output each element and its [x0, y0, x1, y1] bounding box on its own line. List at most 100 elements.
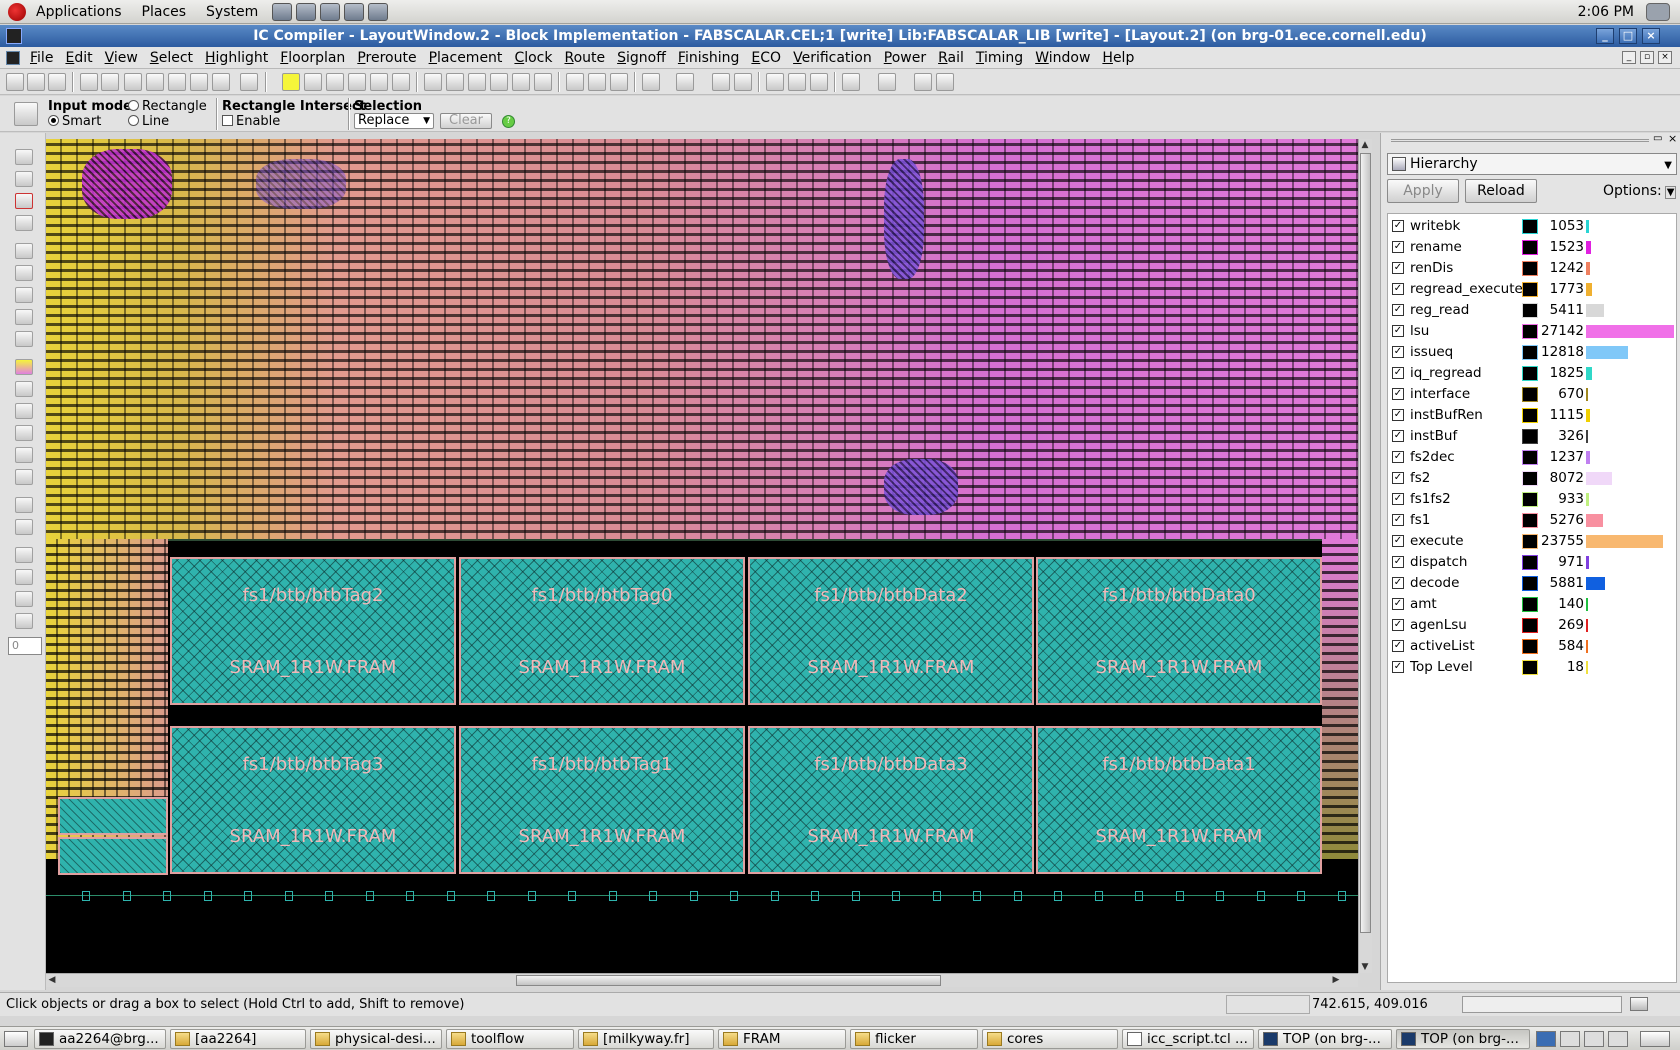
clear-ruler-icon[interactable]: [240, 73, 258, 91]
zoom-all-icon[interactable]: [610, 73, 628, 91]
smart-radio[interactable]: Smart: [48, 114, 101, 129]
layer-color-icon[interactable]: [15, 359, 33, 375]
gnome-foot-icon[interactable]: [8, 2, 26, 21]
hierarchy-row[interactable]: ✓ rename 1523: [1388, 237, 1676, 258]
module-color-swatch[interactable]: [1522, 618, 1538, 633]
resize-icon[interactable]: [15, 309, 33, 325]
sram-macro[interactable]: fs1/btb/btbData3 SRAM_1R1W.FRAM: [748, 726, 1034, 874]
menu-eco[interactable]: ECO: [745, 50, 787, 66]
visibility-checkbox[interactable]: ✓: [1392, 640, 1404, 652]
io-pin[interactable]: [851, 891, 860, 901]
workspace-1[interactable]: [1536, 1031, 1556, 1047]
visibility-checkbox[interactable]: ✓: [1392, 598, 1404, 610]
workspace-3[interactable]: [1584, 1031, 1604, 1047]
zoom-sel-icon[interactable]: [512, 73, 530, 91]
zoom-half-icon[interactable]: [468, 73, 486, 91]
visibility-checkbox[interactable]: ✓: [1392, 619, 1404, 631]
menu-placement[interactable]: Placement: [423, 50, 509, 66]
visibility-checkbox[interactable]: ✓: [1392, 472, 1404, 484]
hierarchy-row[interactable]: ✓ Top Level 18: [1388, 657, 1676, 678]
schematic-icon[interactable]: [712, 73, 730, 91]
taskbar-item-active[interactable]: TOP (on brg-...: [1396, 1029, 1530, 1049]
vertical-scroll-thumb[interactable]: [1360, 153, 1371, 933]
io-pin[interactable]: [406, 891, 414, 901]
taskbar-item[interactable]: toolflow: [446, 1029, 574, 1049]
view-mode-select[interactable]: Hierarchy ▼: [1387, 153, 1677, 175]
stack-icon[interactable]: [15, 149, 33, 165]
menu-edit[interactable]: Edit: [59, 50, 98, 66]
bring-top-icon[interactable]: [810, 73, 828, 91]
workspace-2[interactable]: [1560, 1031, 1580, 1047]
io-pin[interactable]: [446, 891, 455, 901]
hierarchy-row[interactable]: ✓ fs1 5276: [1388, 510, 1676, 531]
menu-clock[interactable]: Clock: [508, 50, 558, 66]
small-sram-macro[interactable]: [58, 797, 168, 835]
module-color-swatch[interactable]: [1522, 282, 1538, 297]
scroll-up-icon[interactable]: ▲: [1359, 139, 1371, 151]
hierarchy-row[interactable]: ✓ interface 670: [1388, 384, 1676, 405]
module-color-swatch[interactable]: [1522, 261, 1538, 276]
layout-canvas[interactable]: fs1/btb/btbTag2 SRAM_1R1W.FRAM fs1/btb/b…: [46, 139, 1358, 973]
view-layers-icon[interactable]: [642, 73, 660, 91]
zoom-box-icon[interactable]: [490, 73, 508, 91]
panel-float-icon[interactable]: ▭: [1653, 133, 1662, 144]
highlight-color-icon[interactable]: [282, 73, 300, 91]
save-icon[interactable]: [48, 73, 66, 91]
io-pin[interactable]: [1094, 891, 1103, 901]
module-color-swatch[interactable]: [1522, 471, 1538, 486]
places-menu[interactable]: Places: [132, 0, 197, 24]
sram-macro[interactable]: fs1/btb/btbTag2 SRAM_1R1W.FRAM: [170, 557, 456, 705]
visibility-checkbox[interactable]: ✓: [1392, 325, 1404, 337]
trash-icon[interactable]: [1640, 1031, 1670, 1047]
move-icon[interactable]: [15, 287, 33, 303]
module-color-swatch[interactable]: [1522, 534, 1538, 549]
apply-button[interactable]: Apply: [1387, 179, 1459, 203]
layer-number-field[interactable]: 0: [8, 637, 42, 655]
hierarchy-row[interactable]: ✓ execute 23755: [1388, 531, 1676, 552]
minimize-button[interactable]: _: [1596, 28, 1614, 44]
applications-menu[interactable]: Applications: [26, 0, 132, 24]
pin-icon[interactable]: [15, 381, 33, 397]
menu-help[interactable]: Help: [1096, 50, 1140, 66]
menu-select[interactable]: Select: [144, 50, 199, 66]
visibility-checkbox[interactable]: ✓: [1392, 451, 1404, 463]
menu-view[interactable]: View: [99, 50, 144, 66]
canvas-horizontal-scrollbar[interactable]: ◀ ▶: [46, 973, 1358, 987]
tool-icon[interactable]: [15, 497, 33, 513]
delete-x-icon[interactable]: [15, 331, 33, 347]
visibility-checkbox[interactable]: ✓: [1392, 346, 1404, 358]
io-pin[interactable]: [1216, 891, 1224, 901]
open-icon[interactable]: [6, 73, 24, 91]
io-pin[interactable]: [82, 891, 90, 901]
menu-floorplan[interactable]: Floorplan: [274, 50, 351, 66]
maximize-button[interactable]: □: [1619, 28, 1637, 44]
close-button[interactable]: ×: [1642, 28, 1660, 44]
tool-icon[interactable]: [15, 519, 33, 535]
taskbar-item[interactable]: FRAM: [718, 1029, 846, 1049]
track-icon[interactable]: [15, 469, 33, 485]
hierarchy-row[interactable]: ✓ agenLsu 269: [1388, 615, 1676, 636]
taskbar-item[interactable]: [milkyway.fr]: [578, 1029, 714, 1049]
launcher-icon[interactable]: [296, 2, 317, 21]
visibility-checkbox[interactable]: ✓: [1392, 388, 1404, 400]
hierarchy-row[interactable]: ✓ iq_regread 1825: [1388, 363, 1676, 384]
module-color-swatch[interactable]: [1522, 240, 1538, 255]
enable-checkbox[interactable]: Enable: [222, 114, 280, 129]
zoom-out-icon[interactable]: [168, 73, 186, 91]
zoom-prev-icon[interactable]: [566, 73, 584, 91]
visibility-checkbox[interactable]: ✓: [1392, 283, 1404, 295]
menu-rail[interactable]: Rail: [932, 50, 970, 66]
io-pin[interactable]: [973, 891, 981, 901]
panel-clock[interactable]: 2:06 PM: [1578, 0, 1634, 24]
io-pin[interactable]: [1337, 891, 1346, 901]
hierarchy-row[interactable]: ✓ activeList 584: [1388, 636, 1676, 657]
sram-macro[interactable]: fs1/btb/btbTag3 SRAM_1R1W.FRAM: [170, 726, 456, 874]
hierarchy-row[interactable]: ✓ reg_read 5411: [1388, 300, 1676, 321]
sram-macro[interactable]: fs1/btb/btbData1 SRAM_1R1W.FRAM: [1036, 726, 1322, 874]
hierarchy-row[interactable]: ✓ writebk 1053: [1388, 216, 1676, 237]
copy-icon[interactable]: [15, 243, 33, 259]
module-color-swatch[interactable]: [1522, 219, 1538, 234]
menu-power[interactable]: Power: [878, 50, 932, 66]
rect-select-icon[interactable]: [15, 193, 33, 209]
wire-icon[interactable]: [15, 403, 33, 419]
